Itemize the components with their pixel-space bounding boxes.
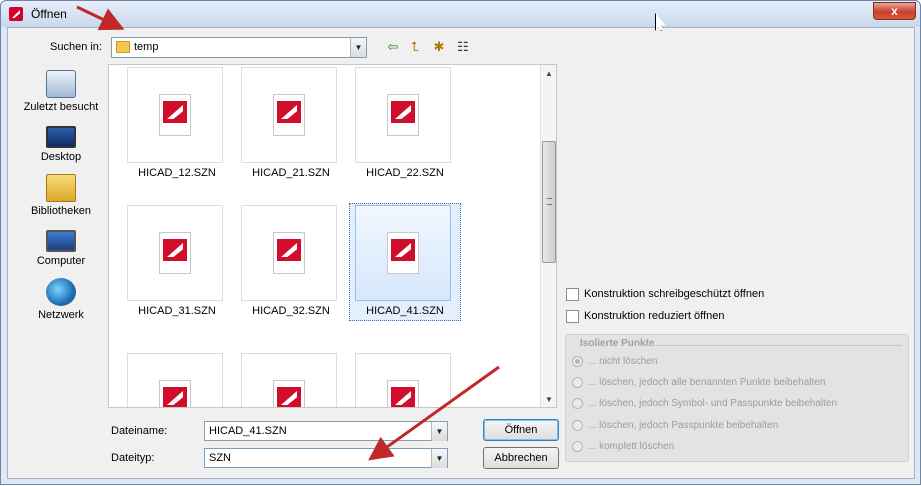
radio-keep-fit[interactable] <box>572 420 583 431</box>
scrollbar-thumb[interactable] <box>542 141 556 263</box>
place-label: Netzwerk <box>38 309 84 321</box>
vertical-scrollbar[interactable]: ▲ ▼ <box>540 65 556 407</box>
window-title: Öffnen <box>31 7 67 21</box>
file-tile-selected[interactable]: HICAD_41.SZN <box>349 203 461 325</box>
group-divider <box>638 345 902 346</box>
hicad-document-icon <box>273 232 305 274</box>
filetype-value: SZN <box>209 452 231 464</box>
file-tile[interactable]: HICAD_12.SZN <box>121 67 233 187</box>
readonly-checkbox[interactable] <box>566 288 579 301</box>
libraries-icon <box>46 174 76 202</box>
file-list[interactable]: HICAD_12.SZN HICAD_21.SZN HICAD_22.SZN H… <box>108 64 557 408</box>
hicad-document-icon <box>159 380 191 407</box>
back-arrow-icon[interactable]: ⇦ <box>384 39 402 55</box>
filename-label: Dateiname: <box>111 425 168 437</box>
cancel-button[interactable]: Abbrechen <box>483 447 559 469</box>
file-tile[interactable]: HICAD_21.SZN <box>235 67 347 187</box>
scroll-up-icon[interactable]: ▲ <box>541 66 556 82</box>
close-button[interactable]: x <box>873 2 916 20</box>
file-thumbnail <box>241 67 337 163</box>
file-name: HICAD_31.SZN <box>138 305 216 317</box>
radio-label: ... löschen, jedoch alle benannten Punkt… <box>588 377 826 388</box>
filetype-label: Dateityp: <box>111 452 155 464</box>
hicad-document-icon <box>159 94 191 136</box>
file-name: HICAD_22.SZN <box>366 167 444 179</box>
hicad-document-icon <box>387 380 419 407</box>
radio-label: ... komplett löschen <box>588 441 675 452</box>
reduced-checkbox[interactable] <box>566 310 579 323</box>
radio-keep-named[interactable] <box>572 377 583 388</box>
hicad-document-icon <box>387 232 419 274</box>
place-label: Bibliotheken <box>31 205 91 217</box>
file-thumbnail <box>127 67 223 163</box>
chevron-down-icon[interactable]: ▼ <box>350 38 366 57</box>
open-button[interactable]: Öffnen <box>483 419 559 441</box>
radio-label: ... nicht löschen <box>588 356 658 367</box>
filetype-combo[interactable]: SZN ▼ <box>204 448 448 468</box>
hicad-document-icon <box>387 94 419 136</box>
file-thumbnail <box>355 205 451 301</box>
hicad-document-icon <box>159 232 191 274</box>
place-computer[interactable]: Computer <box>16 226 106 278</box>
file-tile[interactable] <box>121 353 233 407</box>
file-thumbnail <box>241 205 337 301</box>
place-libraries[interactable]: Bibliotheken <box>16 174 106 226</box>
file-thumbnail <box>127 353 223 407</box>
file-thumbnail <box>355 353 451 407</box>
file-thumbnail <box>355 67 451 163</box>
place-label: Zuletzt besucht <box>23 101 99 113</box>
look-in-combo[interactable]: temp ▼ <box>111 37 367 58</box>
network-icon <box>46 278 76 306</box>
hicad-app-icon <box>9 7 23 21</box>
place-recent[interactable]: Zuletzt besucht <box>16 70 106 122</box>
folder-icon <box>116 41 130 53</box>
file-tile[interactable] <box>349 353 461 407</box>
radio-label: ... löschen, jedoch Symbol- und Passpunk… <box>588 398 838 409</box>
file-name: HICAD_21.SZN <box>252 167 330 179</box>
file-thumbnail <box>127 205 223 301</box>
places-bar: Zuletzt besucht Desktop Bibliotheken Com… <box>16 64 106 444</box>
group-title: Isolierte Punkte <box>580 338 655 349</box>
desktop-icon <box>46 126 76 148</box>
dialog-client-area: Suchen in: temp ▼ ⇦ ⮤ ✱ ☷ Zuletzt besuch… <box>7 27 915 479</box>
new-folder-icon[interactable]: ✱ <box>430 39 448 55</box>
place-desktop[interactable]: Desktop <box>16 122 106 174</box>
chevron-down-icon[interactable]: ▼ <box>431 422 447 441</box>
file-name: HICAD_32.SZN <box>252 305 330 317</box>
reduced-label: Konstruktion reduziert öffnen <box>584 310 725 322</box>
file-name: HICAD_41.SZN <box>366 305 444 317</box>
filename-value: HICAD_41.SZN <box>209 425 287 437</box>
radio-keep-symbol[interactable] <box>572 398 583 409</box>
radio-delete-all[interactable] <box>572 441 583 452</box>
hicad-document-icon <box>273 94 305 136</box>
folder-up-icon[interactable]: ⮤ <box>406 39 424 55</box>
chevron-down-icon[interactable]: ▼ <box>431 449 447 468</box>
place-network[interactable]: Netzwerk <box>16 278 106 330</box>
scroll-down-icon[interactable]: ▼ <box>541 392 556 407</box>
grip-icon <box>547 198 552 205</box>
open-dialog: Öffnen x Suchen in: temp ▼ ⇦ ⮤ ✱ ☷ Zulet… <box>0 0 921 485</box>
computer-icon <box>46 230 76 252</box>
file-name: HICAD_12.SZN <box>138 167 216 179</box>
radio-label: ... löschen, jedoch Passpunkte beibehalt… <box>588 420 779 431</box>
view-menu-icon[interactable]: ☷ <box>454 39 472 55</box>
file-tile[interactable]: HICAD_22.SZN <box>349 67 461 187</box>
file-tile[interactable]: HICAD_32.SZN <box>235 205 347 325</box>
isolated-points-group: Isolierte Punkte ... nicht löschen ... l… <box>565 334 909 462</box>
file-thumbnail <box>241 353 337 407</box>
place-label: Desktop <box>40 151 82 163</box>
file-tile[interactable]: HICAD_31.SZN <box>121 205 233 325</box>
readonly-label: Konstruktion schreibgeschützt öffnen <box>584 288 765 300</box>
title-bar[interactable]: Öffnen x <box>1 1 920 27</box>
look-in-label: Suchen in: <box>50 41 102 53</box>
filename-combo[interactable]: HICAD_41.SZN ▼ <box>204 421 448 441</box>
place-label: Computer <box>36 255 86 267</box>
recent-places-icon <box>46 70 76 98</box>
hicad-document-icon <box>273 380 305 407</box>
look-in-value: temp <box>134 41 159 53</box>
file-tile[interactable] <box>235 353 347 407</box>
radio-not-delete[interactable] <box>572 356 583 367</box>
